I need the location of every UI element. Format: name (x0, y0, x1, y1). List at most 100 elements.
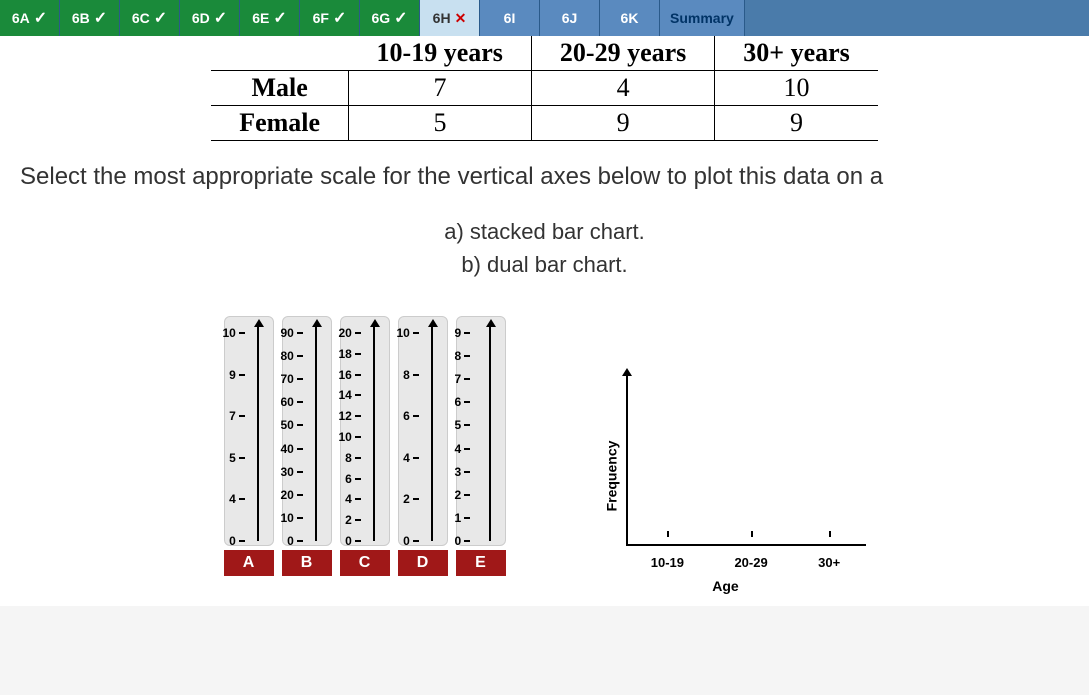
tab-label: 6K (621, 10, 639, 26)
tick-value: 3 (455, 465, 462, 479)
tab-label: 6C (132, 10, 150, 26)
tab-6j[interactable]: 6J (540, 0, 600, 36)
tick-value: 60 (281, 395, 294, 409)
scale-option-C[interactable]: 20181614121086420 C (340, 316, 390, 576)
tick-value: 7 (229, 409, 236, 423)
axis-tick: 6 (339, 473, 361, 485)
cross-icon (455, 10, 467, 27)
check-icon (214, 8, 227, 28)
table-header-col1: 10-19 years (349, 36, 532, 71)
tab-6g[interactable]: 6G (360, 0, 420, 36)
tab-label: 6I (504, 10, 516, 26)
axis-tick: 4 (339, 493, 361, 505)
cell-value: 7 (349, 71, 532, 106)
cell-value: 5 (349, 106, 532, 141)
tick-value: 6 (455, 395, 462, 409)
tick-value: 0 (345, 534, 352, 548)
x-axis (626, 544, 866, 546)
x-tick: 10-19 (651, 555, 684, 570)
tab-label: 6D (192, 10, 210, 26)
tick-value: 4 (345, 492, 352, 506)
tick-value: 2 (403, 492, 410, 506)
tick-value: 7 (455, 372, 462, 386)
tab-label: 6G (371, 10, 390, 26)
check-icon (394, 8, 407, 28)
tab-label: 6E (252, 10, 269, 26)
cell-value: 10 (715, 71, 878, 106)
scale-option-D[interactable]: 1086420D (398, 316, 448, 576)
axis-line: 20181614121086420 (373, 327, 375, 541)
table-header-blank (211, 36, 348, 71)
tick-value: 10 (339, 430, 352, 444)
axis-line: 9876543210 (489, 327, 491, 541)
axis-tick: 80 (281, 350, 303, 362)
tick-value: 18 (339, 347, 352, 361)
axis-tick: 8 (339, 452, 361, 464)
scale-axis: 1097540 (224, 316, 274, 546)
tick-value: 50 (281, 418, 294, 432)
axis-tick: 3 (455, 466, 471, 478)
tick-value: 6 (403, 409, 410, 423)
axis-tick: 4 (397, 452, 419, 464)
tab-6a[interactable]: 6A (0, 0, 60, 36)
tab-6i[interactable]: 6I (480, 0, 540, 36)
axis-tick: 0 (281, 535, 303, 547)
tick-group: 1086420 (397, 333, 419, 541)
tab-summary[interactable]: Summary (660, 0, 745, 36)
tab-6c[interactable]: 6C (120, 0, 180, 36)
axis-tick: 2 (339, 514, 361, 526)
tick-value: 2 (345, 513, 352, 527)
axis-line: 1097540 (257, 327, 259, 541)
axis-tick: 4 (223, 493, 245, 505)
tab-6d[interactable]: 6D (180, 0, 240, 36)
tick-value: 2 (455, 488, 462, 502)
scale-option-E[interactable]: 9876543210 E (456, 316, 506, 576)
tick-value: 4 (403, 451, 410, 465)
tick-value: 40 (281, 442, 294, 456)
tab-label: 6B (72, 10, 90, 26)
check-icon (94, 8, 107, 28)
axis-tick: 10 (339, 431, 361, 443)
axis-tick: 12 (339, 410, 361, 422)
axis-tick: 20 (281, 489, 303, 501)
tick-value: 0 (403, 534, 410, 548)
axis-tick: 50 (281, 419, 303, 431)
axis-tick: 16 (339, 369, 361, 381)
scale-letter-label: C (340, 550, 390, 576)
tick-value: 10 (223, 326, 236, 340)
tick-value: 10 (397, 326, 410, 340)
axis-tick: 10 (397, 327, 419, 339)
tab-label: 6H (433, 10, 451, 26)
scale-letter-label: B (282, 550, 332, 576)
question-subparts: a) stacked bar chart. b) dual bar chart. (20, 215, 1069, 281)
tab-6e[interactable]: 6E (240, 0, 300, 36)
tab-label: 6A (12, 10, 30, 26)
axis-tick: 0 (339, 535, 361, 547)
tab-6k[interactable]: 6K (600, 0, 660, 36)
tick-value: 5 (455, 418, 462, 432)
scale-letter-label: E (456, 550, 506, 576)
scale-option-A[interactable]: 1097540A (224, 316, 274, 576)
tab-6f[interactable]: 6F (300, 0, 360, 36)
tick-group: 1097540 (223, 333, 245, 541)
tab-6h[interactable]: 6H (420, 0, 480, 36)
cell-value: 4 (531, 71, 714, 106)
tab-6b[interactable]: 6B (60, 0, 120, 36)
tick-value: 16 (339, 368, 352, 382)
tick-value: 14 (339, 388, 352, 402)
axis-tick: 18 (339, 348, 361, 360)
tick-value: 90 (281, 326, 294, 340)
table-header-col2: 20-29 years (531, 36, 714, 71)
check-icon (154, 8, 167, 28)
axis-line: 1086420 (431, 327, 433, 541)
axis-tick: 1 (455, 512, 471, 524)
table-row: Female 5 9 9 (211, 106, 878, 141)
axis-tick: 8 (397, 369, 419, 381)
axis-tick: 40 (281, 443, 303, 455)
axis-tick: 5 (223, 452, 245, 464)
question-content: 10-19 years 20-29 years 30+ years Male 7… (0, 36, 1089, 606)
tick-value: 6 (345, 472, 352, 486)
row-label: Male (211, 71, 348, 106)
scale-option-B[interactable]: 9080706050403020100B (282, 316, 332, 576)
axis-tick: 0 (223, 535, 245, 547)
